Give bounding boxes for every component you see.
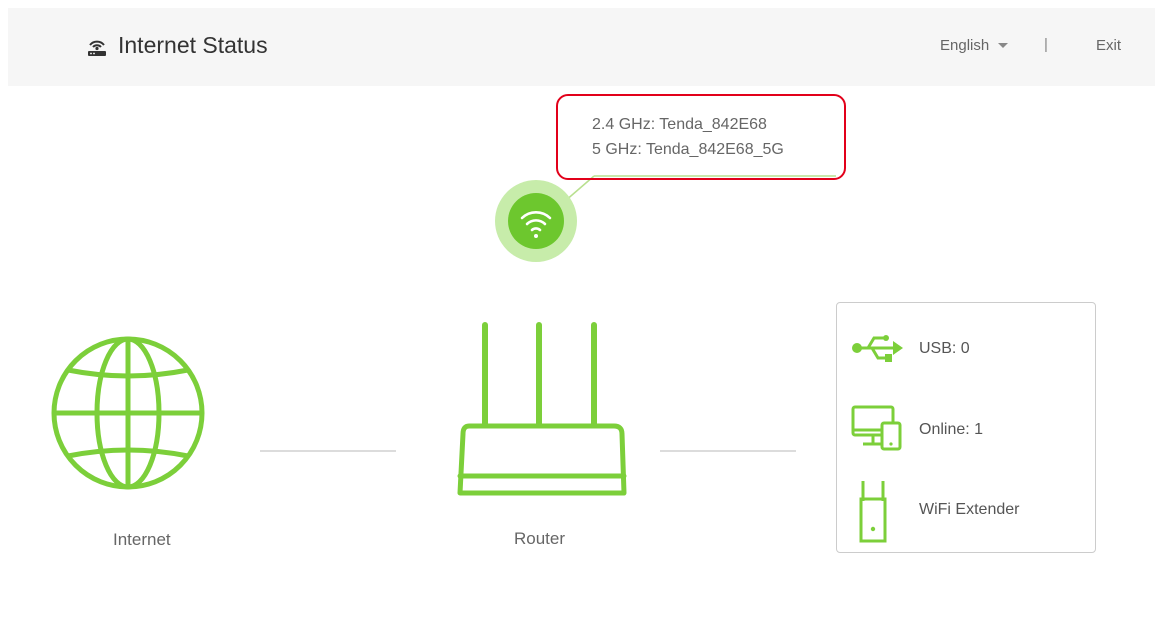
ssid-info-box: 2.4 GHz: Tenda_842E68 5 GHz: Tenda_842E6… — [556, 94, 846, 180]
extender-icon — [859, 481, 887, 543]
usb-item[interactable]: USB: 0 — [837, 325, 1095, 375]
globe-icon — [51, 336, 205, 490]
devices-icon — [851, 405, 902, 451]
page: Internet Status English | Exit 2.4 GHz: … — [8, 8, 1155, 628]
extender-label: WiFi Extender — [919, 501, 1020, 518]
wifi-icon[interactable] — [495, 180, 577, 262]
extender-item[interactable]: WiFi Extender — [837, 481, 1095, 543]
usb-icon — [852, 335, 903, 362]
usb-label: USB: — [919, 340, 957, 357]
ssid-24ghz: 2.4 GHz: Tenda_842E68 — [592, 116, 767, 133]
usb-count: 0 — [960, 340, 970, 357]
usb-status: USB: 0 — [919, 340, 970, 358]
router-icon — [457, 322, 627, 496]
ssid-5ghz: 5 GHz: Tenda_842E68_5G — [592, 141, 784, 158]
online-item[interactable]: Online: 1 — [837, 403, 1095, 453]
online-status: Online: 1 — [919, 421, 983, 439]
devices-panel: USB: 0 Online: 1 WiFi Extender — [836, 302, 1096, 553]
online-count: 1 — [974, 421, 984, 438]
router-label: Router — [514, 529, 566, 548]
internet-label: Internet — [113, 530, 171, 549]
online-label: Online: — [919, 421, 970, 438]
